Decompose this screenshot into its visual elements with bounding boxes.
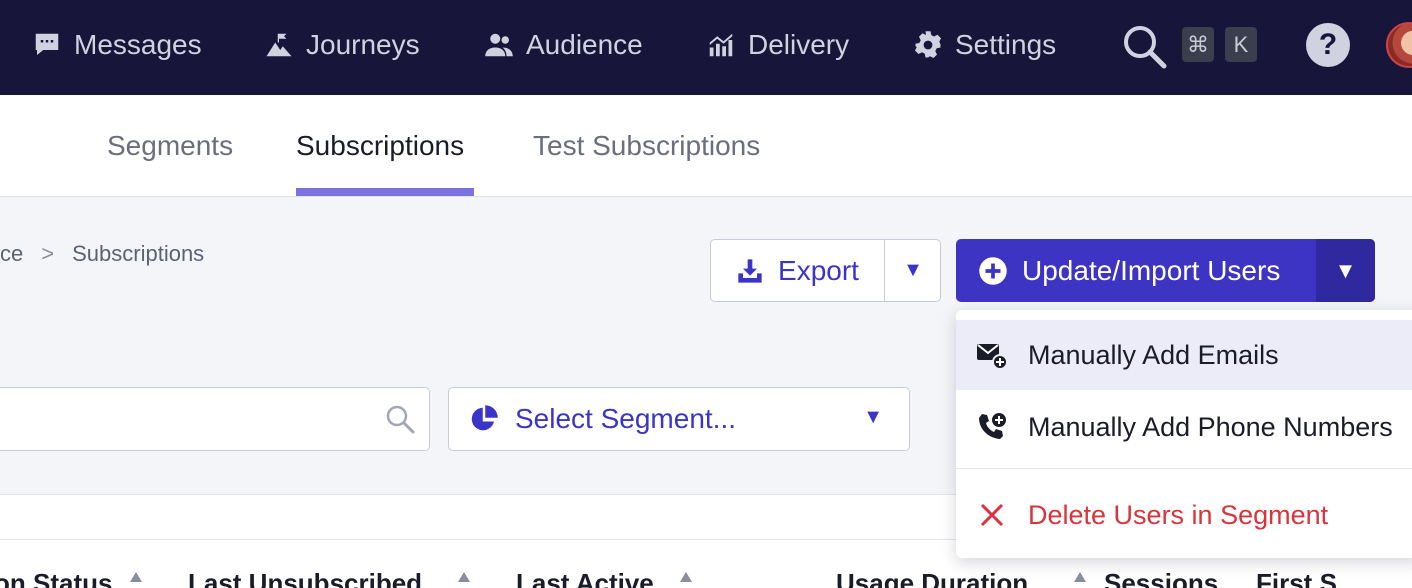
search-icon[interactable] [1120, 22, 1168, 70]
breadcrumb-parent[interactable]: ce [0, 241, 23, 267]
avatar[interactable] [1386, 22, 1412, 68]
menu-item-label: Manually Add Phone Numbers [1028, 411, 1393, 442]
shortcut-cmd-key: ⌘ [1182, 27, 1214, 62]
search-input[interactable] [11, 388, 371, 450]
export-label: Export [778, 254, 859, 286]
users-icon [485, 33, 513, 57]
nav-audience[interactable]: Audience [484, 0, 643, 90]
shortcut-k-key: K [1225, 27, 1257, 62]
export-button[interactable]: Export [711, 240, 884, 301]
nav-delivery-label: Delivery [748, 29, 850, 60]
sort-icon[interactable] [458, 572, 470, 582]
nav-journeys[interactable]: Journeys [264, 0, 420, 90]
menu-item-manually-add-emails[interactable]: Manually Add Emails [956, 320, 1412, 390]
menu-item-manually-add-phone-numbers[interactable]: Manually Add Phone Numbers [956, 392, 1412, 462]
menu-item-label: Manually Add Emails [1028, 339, 1279, 370]
menu-item-delete-users-in-segment[interactable]: Delete Users in Segment [956, 480, 1412, 550]
column-header-last-active[interactable]: Last Active [516, 568, 654, 588]
tab-bar: Segments Subscriptions Test Subscription… [0, 95, 1412, 197]
sort-icon[interactable] [130, 572, 142, 582]
search-field [0, 387, 430, 451]
gear-icon [915, 31, 941, 58]
nav-messages[interactable]: Messages [32, 0, 202, 90]
tab-subscriptions[interactable]: Subscriptions [296, 95, 464, 196]
breadcrumb-current: Subscriptions [72, 241, 205, 266]
tab-test-subscriptions[interactable]: Test Subscriptions [533, 95, 760, 196]
download-icon [738, 258, 762, 283]
update-import-users-label: Update/Import Users [1022, 254, 1281, 286]
envelope-plus-icon [977, 344, 1008, 370]
plus-circle-icon [979, 256, 1007, 285]
bar-chart-icon [709, 33, 733, 57]
column-header-first-session[interactable]: First S [1256, 568, 1337, 588]
nav-journeys-label: Journeys [306, 29, 420, 60]
phone-plus-icon [979, 413, 1006, 439]
column-header-usage-duration[interactable]: Usage Duration [836, 568, 1028, 588]
menu-item-label: Delete Users in Segment [1028, 499, 1329, 530]
close-icon [980, 503, 1004, 527]
export-button-group: Export ▼ [710, 239, 941, 302]
mountain-flag-icon [266, 33, 292, 57]
sort-icon[interactable] [680, 572, 692, 582]
import-button-group: Update/Import Users ▼ [956, 239, 1375, 302]
import-dropdown-toggle[interactable]: ▼ [1316, 239, 1375, 302]
import-dropdown-menu: Manually Add Emails Manually Add Phone N… [956, 310, 1412, 558]
nav-audience-label: Audience [526, 29, 643, 60]
column-header-sessions[interactable]: Sessions [1104, 568, 1218, 588]
update-import-users-button[interactable]: Update/Import Users [956, 239, 1316, 302]
select-segment-dropdown[interactable]: Select Segment... ▼ [448, 387, 910, 451]
pie-chart-icon [471, 405, 498, 431]
breadcrumb: ce > Subscriptions [0, 241, 204, 267]
breadcrumb-separator: > [41, 241, 55, 266]
nav-delivery[interactable]: Delivery [706, 0, 849, 90]
nav-settings[interactable]: Settings [913, 0, 1056, 90]
menu-divider [956, 468, 1412, 469]
chevron-down-icon: ▼ [863, 406, 883, 428]
column-header-last-unsubscribed[interactable]: Last Unsubscribed [188, 568, 422, 588]
top-navigation: Messages Journeys Audience Delivery Sett… [0, 0, 1412, 95]
active-tab-indicator [296, 188, 474, 196]
help-icon[interactable]: ? [1306, 23, 1350, 67]
chat-bubble-icon [35, 33, 59, 55]
select-segment-label: Select Segment... [515, 403, 737, 434]
nav-messages-label: Messages [74, 29, 202, 60]
sort-icon[interactable] [1074, 572, 1086, 582]
search-icon [386, 405, 415, 434]
export-dropdown-toggle[interactable]: ▼ [885, 240, 941, 301]
column-header-status[interactable]: on Status [0, 568, 112, 588]
nav-settings-label: Settings [955, 29, 1057, 60]
tab-segments[interactable]: Segments [107, 95, 233, 196]
